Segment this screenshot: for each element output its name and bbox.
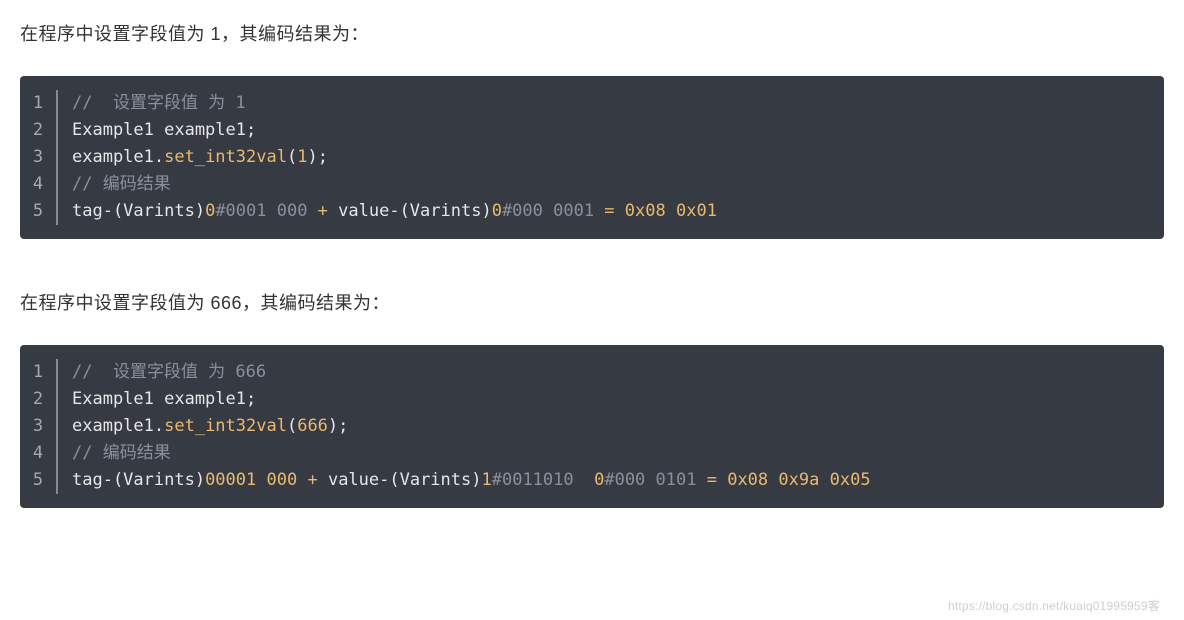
code-block-2: 1 // 设置字段值 为 666 2 Example1 example1; 3 examp… [20, 345, 1164, 508]
intro-paragraph-1: 在程序中设置字段值为 1，其编码结果为： [20, 20, 1164, 46]
gutter-line [56, 144, 58, 171]
code-text: tag-(Varints)00001 000 + value-(Varints)… [72, 467, 871, 494]
line-number: 3 [20, 144, 56, 171]
line-number: 5 [20, 467, 56, 494]
intro-paragraph-2: 在程序中设置字段值为 666，其编码结果为： [20, 289, 1164, 315]
code-row: 3 example1.set_int32val(666); [20, 413, 1164, 440]
code-block-1: 1 // 设置字段值 为 1 2 Example1 example1; 3 example… [20, 76, 1164, 239]
code-text: // 设置字段值 为 1 [72, 90, 246, 117]
code-text: example1.set_int32val(666); [72, 413, 348, 440]
gutter-line [56, 440, 58, 467]
gutter-line [56, 198, 58, 225]
gutter-line [56, 359, 58, 386]
line-number: 1 [20, 359, 56, 386]
code-text: Example1 example1; [72, 386, 256, 413]
line-number: 2 [20, 117, 56, 144]
gutter-line [56, 413, 58, 440]
gutter-line [56, 467, 58, 494]
gutter-line [56, 117, 58, 144]
line-number: 4 [20, 440, 56, 467]
code-row: 3 example1.set_int32val(1); [20, 144, 1164, 171]
code-row: 1 // 设置字段值 为 1 [20, 90, 1164, 117]
line-number: 2 [20, 386, 56, 413]
code-row: 4 // 编码结果 [20, 171, 1164, 198]
code-text: example1.set_int32val(1); [72, 144, 328, 171]
code-text: // 编码结果 [72, 171, 171, 198]
line-number: 4 [20, 171, 56, 198]
code-text: tag-(Varints)0#0001 000 + value-(Varints… [72, 198, 717, 225]
code-row: 1 // 设置字段值 为 666 [20, 359, 1164, 386]
watermark-text: https://blog.csdn.net/kuaiq01995959客 [948, 597, 1160, 614]
code-row: 5 tag-(Varints)00001 000 + value-(Varints… [20, 467, 1164, 494]
code-text: // 设置字段值 为 666 [72, 359, 266, 386]
line-number: 1 [20, 90, 56, 117]
code-row: 4 // 编码结果 [20, 440, 1164, 467]
code-row: 5 tag-(Varints)0#0001 000 + value-(Varint… [20, 198, 1164, 225]
code-text: Example1 example1; [72, 117, 256, 144]
code-row: 2 Example1 example1; [20, 386, 1164, 413]
line-number: 5 [20, 198, 56, 225]
code-text: // 编码结果 [72, 440, 171, 467]
gutter-line [56, 171, 58, 198]
line-number: 3 [20, 413, 56, 440]
gutter-line [56, 386, 58, 413]
gutter-line [56, 90, 58, 117]
code-row: 2 Example1 example1; [20, 117, 1164, 144]
